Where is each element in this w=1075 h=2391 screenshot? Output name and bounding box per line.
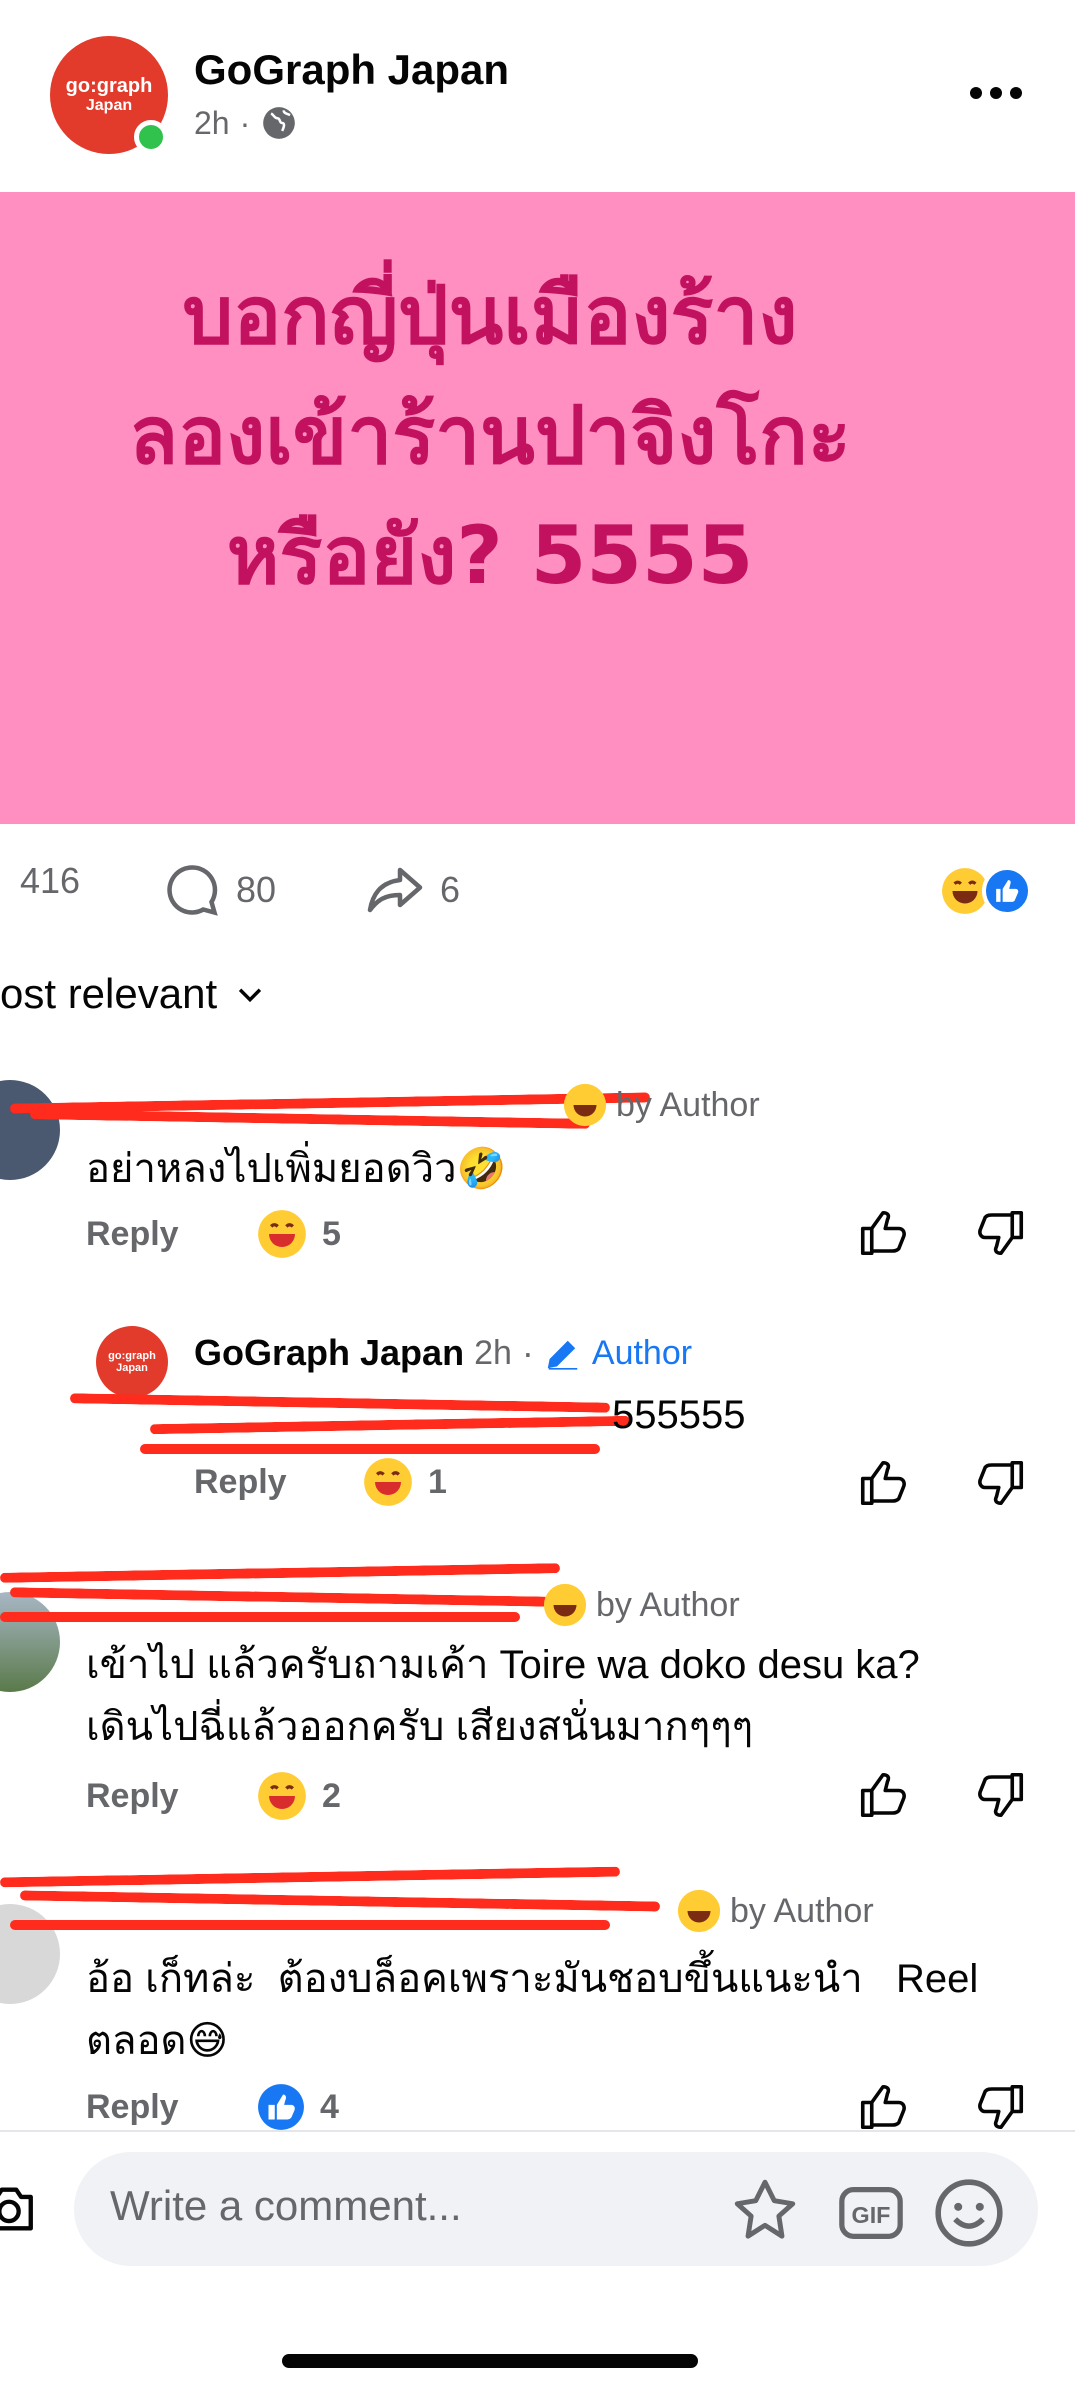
reaction-count-value: 5	[322, 1214, 341, 1253]
reply-button[interactable]: Reply	[86, 1215, 256, 1254]
laughing-emoji-icon	[258, 1210, 306, 1258]
top-fan-badge: by Author	[542, 1582, 740, 1628]
like-badge-icon	[258, 2084, 304, 2130]
top-fan-badge: by Author	[562, 1082, 760, 1128]
reaction-badges[interactable]	[940, 866, 1032, 916]
home-indicator[interactable]	[282, 2354, 698, 2368]
redaction-mark	[9, 1587, 551, 1607]
reaction-count-value: 1	[428, 1462, 447, 1501]
pencil-icon	[547, 1340, 578, 1370]
comment-reaction-count[interactable]: 1	[362, 1456, 447, 1508]
svg-text:GIF: GIF	[852, 2202, 891, 2228]
post-meta: 2h ·	[194, 104, 298, 142]
post-time[interactable]: 2h	[194, 105, 230, 142]
like-comment-icon[interactable]	[856, 2080, 910, 2134]
commenter-avatar[interactable]	[0, 1592, 60, 1692]
like-comment-icon[interactable]	[856, 1456, 910, 1510]
comment-actions: Reply 4	[86, 2082, 339, 2132]
comment-count[interactable]: 80	[162, 860, 276, 920]
redaction-mark	[10, 1920, 610, 1930]
page-name[interactable]: GoGraph Japan	[194, 46, 509, 94]
redaction-mark	[0, 1866, 621, 1888]
avatar-logo-line2: Japan	[85, 97, 133, 114]
post-image[interactable]: บอกญี่ปุ่นเมืองร้าง ลองเข้าร้านปาจิงโกะ …	[0, 192, 1075, 824]
commenter-avatar[interactable]	[0, 1904, 60, 2004]
comment-text-line-2: ตลอด😅	[86, 2019, 229, 2063]
author-reaction-tag: by Author	[616, 1085, 760, 1124]
redaction-mark	[0, 1563, 561, 1583]
commenter-avatar[interactable]	[0, 1080, 60, 1180]
redaction-mark	[29, 1109, 591, 1129]
comment-text: 555555	[612, 1393, 746, 1437]
comment-icon	[167, 865, 218, 916]
redaction-mark	[69, 1393, 611, 1413]
like-comment-icon[interactable]	[856, 1206, 910, 1260]
dislike-comment-icon[interactable]	[974, 1456, 1028, 1510]
comment-text-line-1: อ้อ เก็ทล่ะ ต้องบล็อคเพราะมันชอบขึ้นแนะน…	[86, 1957, 979, 2001]
reaction-count[interactable]: 416	[20, 860, 80, 902]
like-badge-icon	[982, 866, 1032, 916]
laughing-emoji-icon	[364, 1458, 412, 1506]
laughing-emoji-icon	[543, 1583, 587, 1627]
banner-text-line-1: บอกญี่ปุ่นเมืองร้าง	[182, 269, 798, 362]
composer-divider	[0, 2130, 1075, 2132]
chevron-down-icon	[239, 988, 262, 1003]
laughing-emoji-icon	[677, 1889, 721, 1933]
avatar-logo-line1: go:graph	[65, 75, 153, 97]
redaction-mark	[140, 1444, 600, 1454]
comment-actions: Reply 5	[86, 1208, 341, 1260]
comment-text-line-1: เข้าไป แล้วครับถามเค้า Toire wa doko des…	[86, 1643, 920, 1687]
author-reaction-tag: by Author	[596, 1585, 740, 1624]
more-options-icon[interactable]	[970, 78, 1030, 108]
reply-button[interactable]: Reply	[86, 2088, 256, 2127]
online-status-dot	[134, 120, 168, 154]
top-fan-badge: by Author	[676, 1888, 874, 1934]
comment-reaction-count[interactable]: 4	[256, 2082, 339, 2132]
laughing-emoji-icon	[563, 1083, 607, 1127]
dislike-comment-icon[interactable]	[974, 2080, 1028, 2134]
laughing-emoji-icon	[258, 1772, 306, 1820]
author-reaction-tag: by Author	[730, 1891, 874, 1930]
share-icon	[367, 867, 423, 913]
banner-text-line-2: ลองเข้าร้านปาจิงโกะ	[129, 389, 851, 482]
comment-input-placeholder: Write a comment...	[110, 2182, 462, 2229]
emoji-icon[interactable]	[932, 2176, 1006, 2250]
meta-separator: ·	[239, 104, 251, 141]
comment-actions: Reply 2	[86, 1770, 341, 1822]
author-badge: Author	[591, 1333, 693, 1372]
comment-reaction-count[interactable]: 2	[256, 1770, 341, 1822]
redaction-mark	[19, 1890, 661, 1912]
camera-icon[interactable]	[0, 2180, 38, 2238]
gif-icon[interactable]: GIF	[836, 2178, 906, 2248]
meta-separator: ·	[521, 1332, 534, 1373]
author-avatar[interactable]: go:graph Japan	[96, 1326, 168, 1398]
redaction-mark	[149, 1415, 631, 1435]
avatar-logo-line1: go:graph	[108, 1350, 156, 1362]
comment-actions: Reply 1	[194, 1456, 447, 1508]
reaction-count-value: 416	[20, 860, 81, 901]
reply-author-name[interactable]: GoGraph Japan	[194, 1332, 464, 1374]
reply-header: GoGraph Japan 2h · Author	[194, 1332, 692, 1374]
share-count-value: 6	[440, 869, 461, 910]
reaction-count-value: 4	[320, 2087, 339, 2126]
comment-sort-dropdown[interactable]: ost relevant	[0, 970, 267, 1018]
comment-count-value: 80	[236, 869, 277, 910]
banner-text-line-3: หรือยัง? 5555	[226, 509, 754, 602]
avatar-logo-line2: Japan	[116, 1362, 148, 1374]
dislike-comment-icon[interactable]	[974, 1206, 1028, 1260]
redaction-mark	[0, 1612, 520, 1622]
share-count[interactable]: 6	[364, 860, 460, 920]
sort-label: ost relevant	[0, 970, 218, 1017]
reply-button[interactable]: Reply	[194, 1463, 362, 1502]
comment-text: อย่าหลงไปเพิ่มยอดวิว🤣	[86, 1147, 507, 1191]
dislike-comment-icon[interactable]	[974, 1768, 1028, 1822]
globe-icon	[263, 107, 296, 139]
reaction-count-value: 2	[322, 1776, 341, 1815]
avatar-sticker-icon[interactable]	[728, 2176, 802, 2250]
reply-time: 2h	[474, 1333, 512, 1372]
comment-text-line-2: เดินไปฉี่แล้วออกครับ เสียงสนั่นมากๆๆๆ	[86, 1705, 754, 1749]
comment-reaction-count[interactable]: 5	[256, 1208, 341, 1260]
reply-button[interactable]: Reply	[86, 1777, 256, 1816]
like-comment-icon[interactable]	[856, 1768, 910, 1822]
